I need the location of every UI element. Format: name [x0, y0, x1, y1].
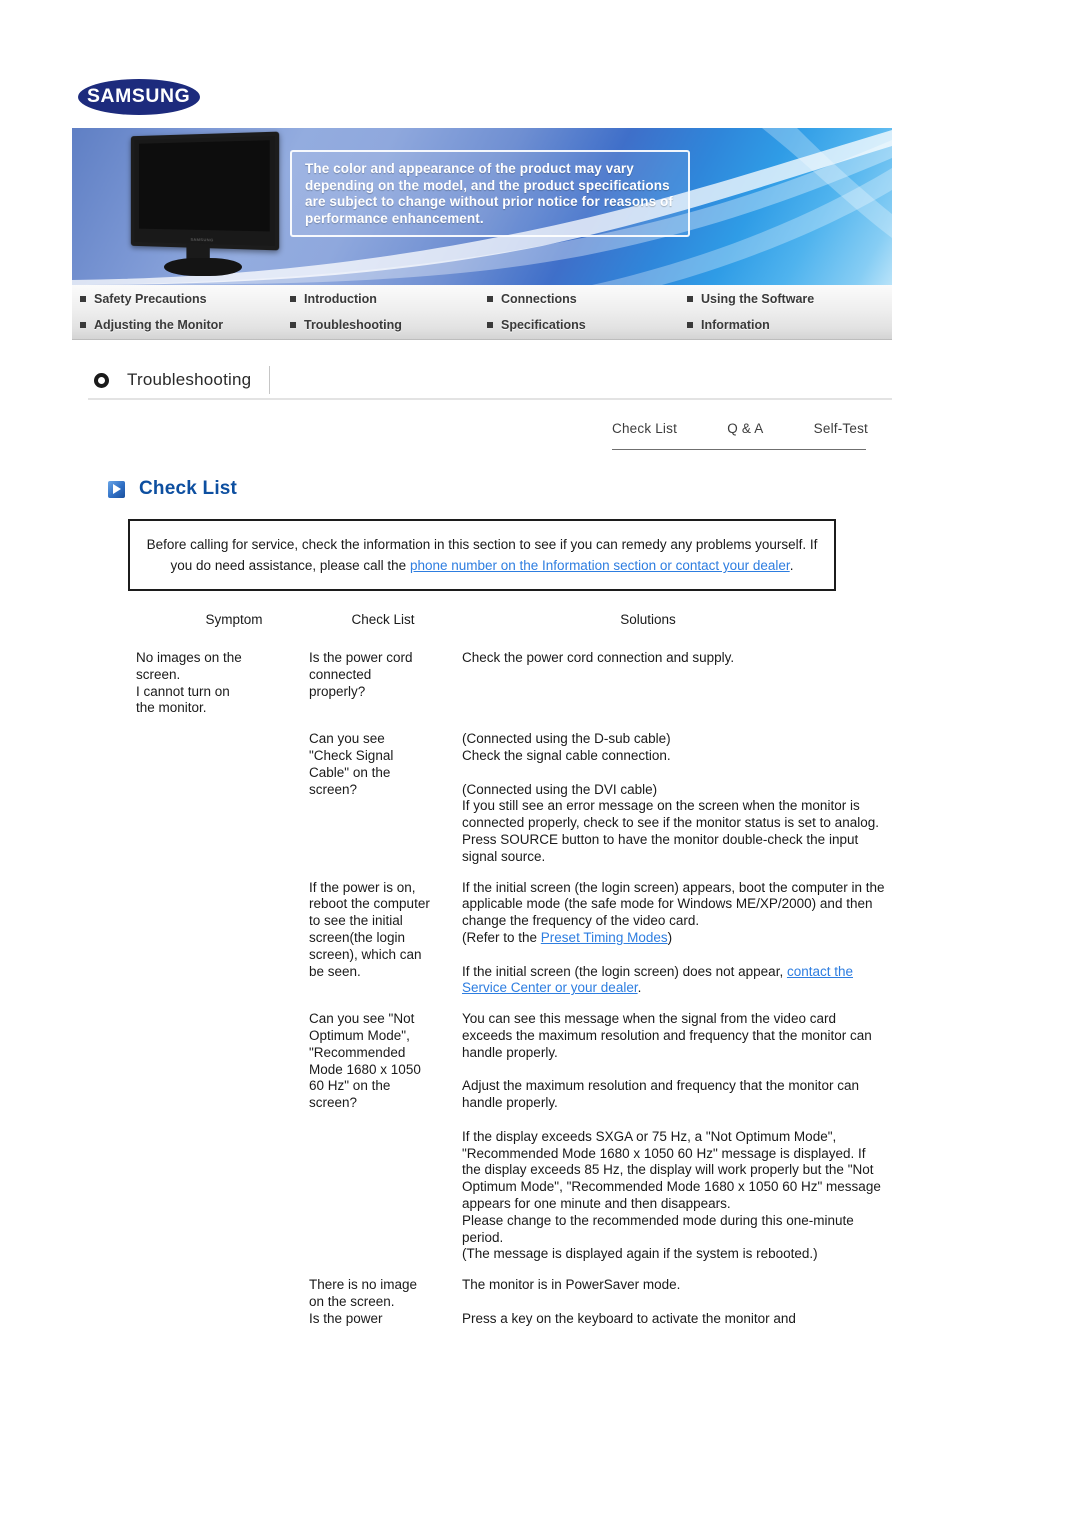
- check-list-text: Can you see "Check Signal Cable" on the …: [309, 731, 394, 797]
- samsung-logo: SAMSUNG: [78, 76, 202, 118]
- cell-check-list: Is the power cord connected properly?: [278, 650, 433, 700]
- cell-symptom: No images on the screen. I cannot turn o…: [128, 650, 278, 717]
- nav-item-label: Information: [701, 318, 770, 332]
- nav-item-safety-precautions[interactable]: Safety Precautions: [80, 292, 207, 306]
- sub-tabs: Check List Q & A Self-Test: [612, 421, 868, 443]
- header-divider: [269, 366, 271, 394]
- blue-play-square-icon: [108, 480, 125, 498]
- banner-notice-text: The color and appearance of the product …: [305, 161, 673, 226]
- check-list-text: Can you see "Not Optimum Mode", "Recomme…: [309, 1011, 421, 1111]
- table-row: Can you see "Check Signal Cable" on the …: [128, 731, 888, 865]
- cell-solutions: Check the power cord connection and supp…: [433, 650, 888, 667]
- table-body: No images on the screen. I cannot turn o…: [128, 650, 888, 1327]
- nav-item-troubleshooting[interactable]: Troubleshooting: [290, 318, 402, 332]
- solution-text-tail: ): [667, 929, 673, 945]
- document-page: SAMSUNG SAMSUNG The color and appearance…: [0, 0, 1080, 1528]
- solution-block: If the initial screen (the login screen)…: [462, 964, 888, 998]
- section-title: Troubleshooting: [127, 370, 252, 389]
- solution-block: (Connected using the D-sub cable) Check …: [462, 731, 671, 763]
- logo-ellipse: SAMSUNG: [78, 79, 200, 115]
- cell-check-list: Can you see "Check Signal Cable" on the …: [278, 731, 433, 798]
- logo-text: SAMSUNG: [87, 86, 191, 107]
- check-list-text: Is the power cord connected properly?: [309, 650, 413, 699]
- solution-block: If the initial screen (the login screen)…: [462, 880, 888, 947]
- solution-block: Adjust the maximum resolution and freque…: [462, 1078, 859, 1111]
- monitor-stand-base: [164, 258, 242, 276]
- solution-block: Check the power cord connection and supp…: [462, 650, 735, 665]
- intro-text: Before calling for service, check the in…: [130, 534, 834, 576]
- sub-tabs-underline: [612, 449, 866, 450]
- nav-item-label: Introduction: [304, 292, 377, 306]
- cell-check-list: There is no image on the screen. Is the …: [278, 1277, 433, 1327]
- nav-item-label: Troubleshooting: [304, 318, 402, 332]
- nav-item-introduction[interactable]: Introduction: [290, 292, 377, 306]
- solution-block: If the display exceeds SXGA or 75 Hz, a …: [462, 1128, 881, 1262]
- cell-check-list: If the power is on, reboot the computer …: [278, 880, 433, 981]
- nav-item-adjusting-the-monitor[interactable]: Adjusting the Monitor: [80, 318, 223, 332]
- nav-grid: Safety Precautions Introduction Connection…: [72, 285, 892, 339]
- cell-solutions: The monitor is in PowerSaver mode. Press …: [433, 1277, 888, 1327]
- monitor-illustration: SAMSUNG: [120, 131, 300, 280]
- table-row: No images on the screen. I cannot turn o…: [128, 650, 888, 717]
- monitor-screen: SAMSUNG: [130, 131, 280, 251]
- bullet-square-icon: [487, 296, 493, 302]
- bullet-square-icon: [80, 296, 86, 302]
- solution-text-tail: .: [637, 980, 642, 996]
- cell-solutions: If the initial screen (the login screen)…: [433, 880, 888, 998]
- table-row: Can you see "Not Optimum Mode", "Recomme…: [128, 1011, 888, 1263]
- column-header-symptom: Symptom: [205, 612, 263, 627]
- checklist-table: Symptom Check List Solutions No images o…: [128, 612, 888, 1327]
- nav-item-using-the-software[interactable]: Using the Software: [687, 292, 814, 306]
- solution-block: Press a key on the keyboard to activate …: [462, 1310, 796, 1326]
- main-navigation: Safety Precautions Introduction Connection…: [72, 285, 892, 340]
- column-header-check-list: Check List: [351, 612, 415, 627]
- intro-notice-box: Before calling for service, check the in…: [128, 519, 836, 591]
- nav-item-label: Safety Precautions: [94, 292, 207, 306]
- hero-banner: SAMSUNG The color and appearance of the …: [72, 128, 892, 285]
- bullet-square-icon: [290, 322, 296, 328]
- nav-item-connections[interactable]: Connections: [487, 292, 577, 306]
- solution-text: If the initial screen (the login screen)…: [462, 879, 885, 945]
- section-header: Troubleshooting: [88, 363, 892, 397]
- bullet-square-icon: [290, 296, 296, 302]
- solution-block: The monitor is in PowerSaver mode.: [462, 1277, 681, 1293]
- table-row: If the power is on, reboot the computer …: [128, 880, 888, 998]
- check-list-text: If the power is on, reboot the computer …: [309, 879, 430, 979]
- bullet-square-icon: [687, 322, 693, 328]
- nav-item-specifications[interactable]: Specifications: [487, 318, 586, 332]
- page-heading: Check List: [108, 478, 237, 500]
- solution-block: (Connected using the DVI cable) If you s…: [462, 781, 879, 864]
- cell-solutions: (Connected using the D-sub cable) Check …: [433, 731, 888, 865]
- solution-block: You can see this message when the signal…: [462, 1011, 872, 1060]
- section-rule: [88, 398, 892, 400]
- tab-self-test[interactable]: Self-Test: [814, 421, 868, 443]
- symptom-text: No images on the screen. I cannot turn o…: [136, 650, 242, 716]
- tab-check-list[interactable]: Check List: [612, 421, 677, 443]
- nav-item-label: Connections: [501, 292, 577, 306]
- intro-link[interactable]: phone number on the Information section …: [410, 558, 790, 573]
- column-header-solutions: Solutions: [620, 612, 676, 627]
- page-title: Check List: [139, 478, 238, 499]
- ring-icon: [94, 372, 109, 388]
- check-list-text: There is no image on the screen. Is the …: [309, 1277, 418, 1326]
- preset-timing-modes-link[interactable]: Preset Timing Modes: [541, 930, 668, 945]
- intro-part2: .: [789, 558, 794, 573]
- bullet-square-icon: [487, 322, 493, 328]
- tab-q-a[interactable]: Q & A: [727, 421, 763, 443]
- nav-item-label: Using the Software: [701, 292, 815, 306]
- bullet-square-icon: [80, 322, 86, 328]
- nav-item-label: Specifications: [501, 318, 586, 332]
- nav-item-information[interactable]: Information: [687, 318, 770, 332]
- monitor-brand-label: SAMSUNG: [190, 236, 214, 243]
- table-header-row: Symptom Check List Solutions: [128, 612, 888, 650]
- cell-check-list: Can you see "Not Optimum Mode", "Recomme…: [278, 1011, 433, 1112]
- solution-text: If the initial screen (the login screen)…: [462, 963, 787, 979]
- cell-solutions: You can see this message when the signal…: [433, 1011, 888, 1263]
- bullet-square-icon: [687, 296, 693, 302]
- banner-notice-box: The color and appearance of the product …: [290, 150, 690, 237]
- monitor-panel: [138, 140, 270, 232]
- table-row: There is no image on the screen. Is the …: [128, 1277, 888, 1327]
- nav-item-label: Adjusting the Monitor: [94, 318, 224, 332]
